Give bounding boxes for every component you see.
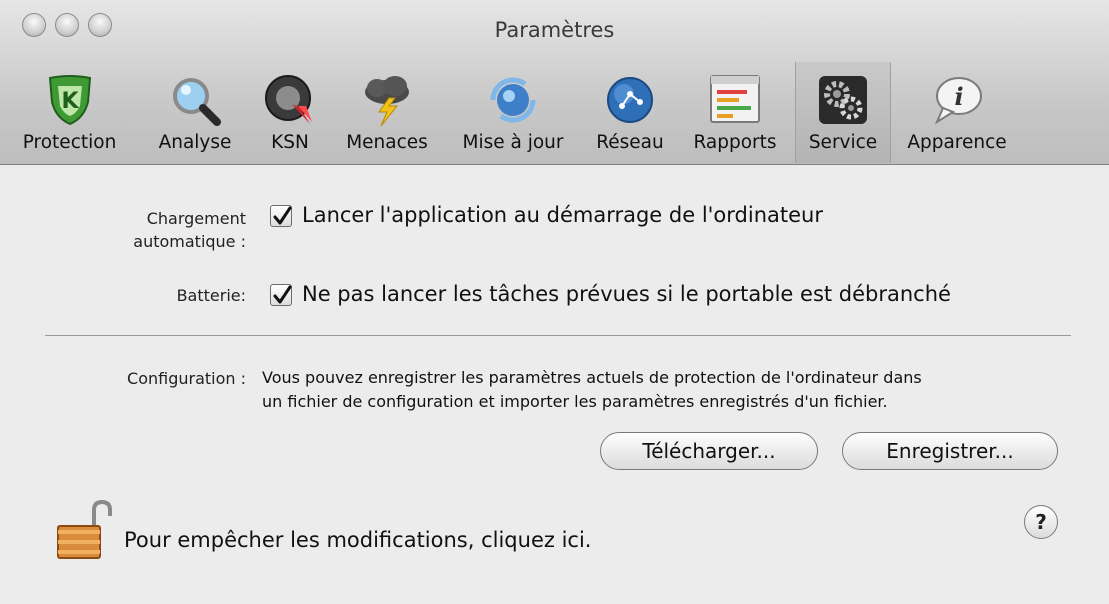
window-title: Paramètres [494, 18, 615, 42]
autoload-checkbox[interactable] [270, 205, 292, 227]
tab-reseau[interactable]: Réseau [586, 62, 674, 163]
configuration-description-line1: Vous pouvez enregistrer les paramètres a… [262, 368, 922, 387]
ksn-network-icon [265, 75, 312, 124]
tab-reseau-label: Réseau [596, 132, 664, 153]
tab-service-label: Service [808, 132, 878, 153]
configuration-description: Vous pouvez enregistrer les paramètres a… [262, 366, 922, 414]
preferences-window: Paramètres K Protection Analyse KSN Mena… [0, 0, 1109, 604]
configuration-description-line2: un fichier de configuration et importer … [262, 392, 888, 411]
tab-rapports[interactable]: Rapports [682, 62, 788, 163]
tab-ksn-label: KSN [271, 132, 309, 153]
tab-protection[interactable]: K Protection [0, 62, 139, 163]
battery-checkbox-label[interactable]: Ne pas lancer les tâches prévues si le p… [302, 282, 951, 306]
autoload-label: Chargement automatique : [40, 207, 246, 253]
info-bubble-icon: i [934, 77, 982, 125]
network-globe-icon [607, 77, 653, 123]
battery-label: Batterie: [176, 286, 246, 305]
report-chart-icon [710, 75, 760, 123]
section-divider [45, 335, 1071, 336]
shield-k-icon: K [48, 75, 91, 126]
help-button[interactable]: ? [1024, 505, 1058, 539]
checkmark-icon [273, 285, 292, 304]
tab-service[interactable]: Service [795, 62, 891, 163]
tab-protection-label: Protection [22, 132, 117, 153]
magnifier-icon [173, 78, 221, 126]
tab-mise-a-jour[interactable]: Mise à jour [446, 62, 580, 163]
tab-analyse[interactable]: Analyse [145, 62, 245, 163]
toolbar: Paramètres K Protection Analyse KSN Mena… [0, 0, 1109, 165]
tab-mise-a-jour-label: Mise à jour [462, 132, 564, 153]
battery-checkbox[interactable] [270, 284, 292, 306]
lock-instruction[interactable]: Pour empêcher les modifications, cliquez… [124, 528, 591, 552]
tab-rapports-label: Rapports [693, 132, 777, 153]
save-button[interactable]: Enregistrer... [842, 432, 1058, 470]
tab-ksn[interactable]: KSN [252, 62, 328, 163]
tab-menaces[interactable]: Menaces [336, 62, 438, 163]
tab-analyse-label: Analyse [158, 132, 232, 153]
tab-apparence-label: Apparence [907, 132, 1007, 153]
storm-cloud-icon [365, 76, 409, 127]
svg-text:K: K [61, 89, 79, 114]
download-button[interactable]: Télécharger... [600, 432, 818, 470]
unlocked-padlock-icon[interactable] [54, 500, 114, 562]
tab-menaces-label: Menaces [346, 132, 428, 153]
configuration-label: Configuration : [127, 369, 246, 388]
gears-icon [819, 76, 867, 124]
svg-text:i: i [954, 82, 963, 111]
update-globe-icon [490, 77, 536, 123]
tab-apparence[interactable]: i Apparence [895, 62, 1019, 163]
autoload-label-line2: automatique : [133, 232, 246, 251]
checkmark-icon [273, 206, 292, 225]
autoload-checkbox-label[interactable]: Lancer l'application au démarrage de l'o… [302, 203, 823, 227]
autoload-label-line1: Chargement [146, 209, 246, 228]
